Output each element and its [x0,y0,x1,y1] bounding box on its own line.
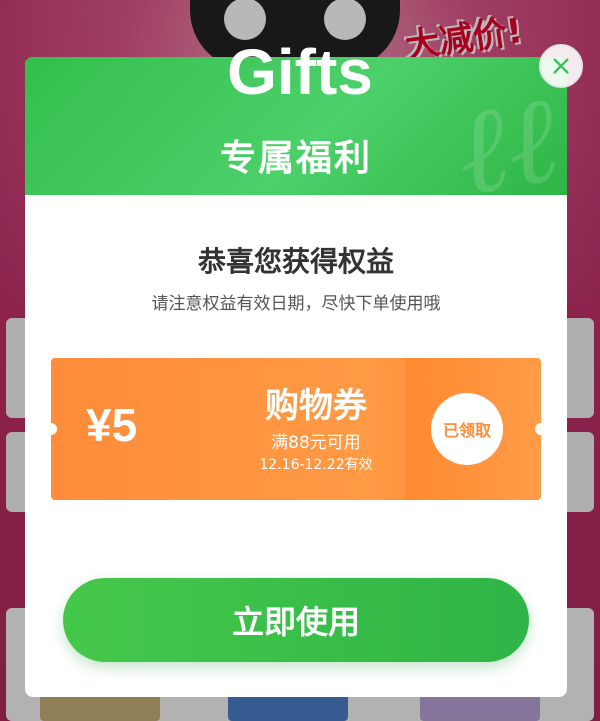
congrats-subtitle: 请注意权益有效日期，尽快下单使用哦 [151,294,441,314]
coupon-validity: 12.16-12.22有效 [259,457,373,473]
coupon-notch [51,423,57,435]
gift-modal: ℓℓ 专属福利 恭喜您获得权益 请注意权益有效日期，尽快下单使用哦 ¥5 购物券… [25,57,567,697]
close-icon [553,58,569,74]
congrats-title: 恭喜您获得权益 [197,245,394,278]
modal-subtitle: 专属福利 [219,138,372,179]
coupon-condition: 满88元可用 [271,433,361,453]
coupon-amount: ¥5 [86,399,138,451]
coupon-notch [535,423,541,435]
coupon-card: ¥5 购物券 满88元可用 12.16-12.22有效 已领取 [51,358,541,500]
modal-title: Gifts [227,36,373,108]
coupon-name: 购物券 [265,386,367,426]
close-button[interactable] [539,44,583,88]
use-now-button[interactable]: 立即使用 [63,578,529,662]
claimed-badge: 已领取 [431,393,503,465]
